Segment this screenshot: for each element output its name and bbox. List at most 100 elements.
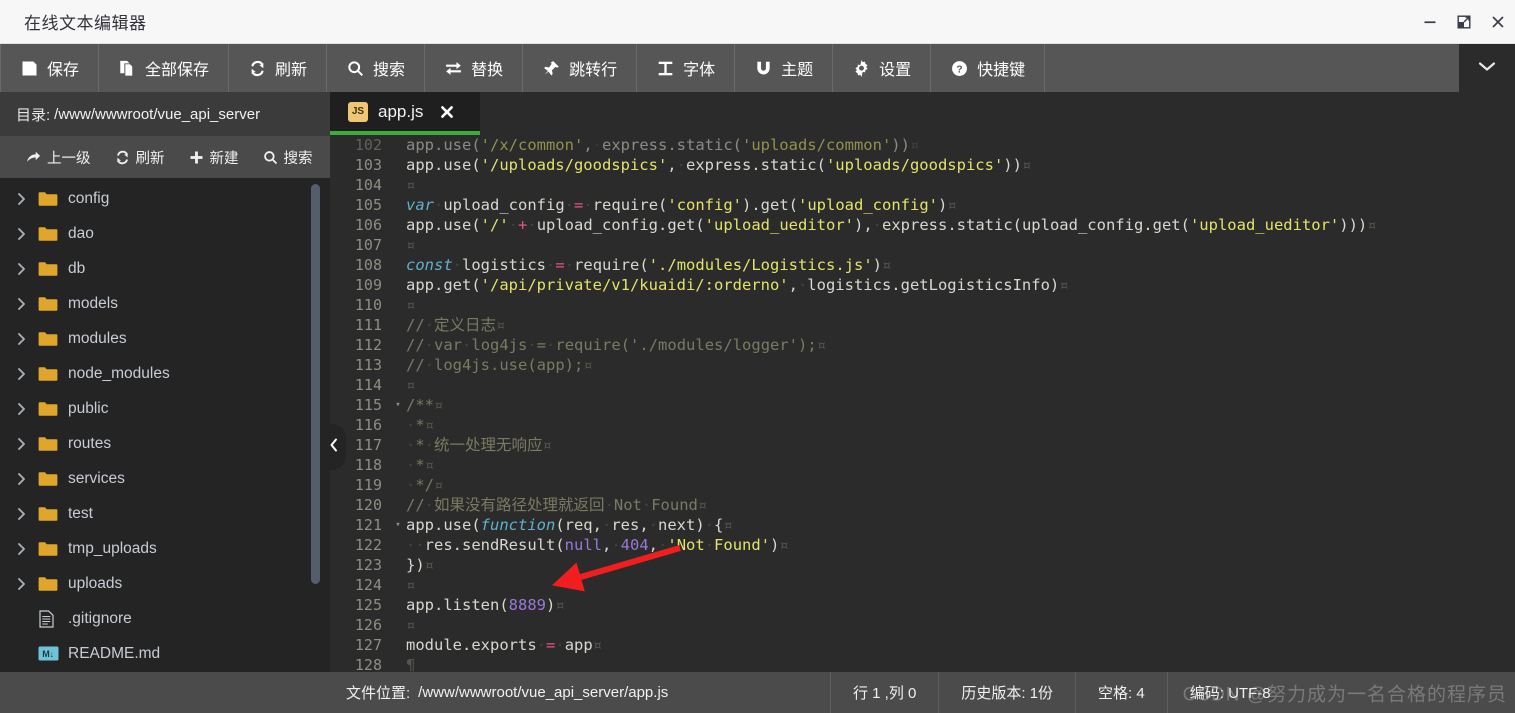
sidebar-collapse-button[interactable] (322, 424, 346, 470)
code-line[interactable]: 103 app.use('/uploads/goodspics',·express… (330, 155, 1515, 175)
code-line[interactable]: 104 ¤ (330, 175, 1515, 195)
code-line[interactable]: 124 ¤ (330, 575, 1515, 595)
tree-item-public[interactable]: public (0, 391, 330, 426)
fold-toggle-icon[interactable]: ▾ (392, 515, 404, 535)
code-line[interactable]: 108 const·logistics·=·require('./modules/… (330, 255, 1515, 275)
tab-close-button[interactable] (439, 104, 455, 120)
tree-item-tmp_uploads[interactable]: tmp_uploads (0, 531, 330, 566)
chevron-right-icon[interactable] (16, 332, 38, 346)
toolbar-theme-button[interactable]: 主题 (735, 44, 834, 92)
tree-item-routes[interactable]: routes (0, 426, 330, 461)
code-line[interactable]: 117 ·*·统一处理无响应¤ (330, 435, 1515, 455)
up-level-button[interactable]: 上一级 (14, 136, 103, 178)
tree-item-uploads[interactable]: uploads (0, 566, 330, 601)
code-line[interactable]: 106 app.use('/'·+·upload_config.get('uplo… (330, 215, 1515, 235)
toolbar-save-all-button[interactable]: 全部保存 (99, 44, 230, 92)
tree-item-node_modules[interactable]: node_modules (0, 356, 330, 391)
code-line[interactable]: 123})¤ (330, 555, 1515, 575)
line-number: 125 (354, 596, 382, 614)
line-number: 108 (354, 256, 382, 274)
code-line-text: ·*¤ (406, 416, 435, 434)
chevron-right-icon[interactable] (16, 542, 38, 556)
close-button[interactable] (1481, 0, 1515, 44)
code-line[interactable]: 110 ¤ (330, 295, 1515, 315)
code-line[interactable]: 105 var·upload_config·=·require('config')… (330, 195, 1515, 215)
tree-item-modules[interactable]: modules (0, 321, 330, 356)
code-line[interactable]: 125 app.listen(8889)¤ (330, 595, 1515, 615)
folder-icon (38, 366, 64, 382)
file-sidebar: 目录: /www/wwwroot/vue_api_server 上一级 刷新 新… (0, 92, 346, 672)
file-tree[interactable]: config dao db models modules node_modules publ… (0, 178, 330, 672)
toolbar-search-button[interactable]: 搜索 (327, 44, 426, 92)
chevron-right-icon[interactable] (16, 402, 38, 416)
tree-item--gitignore[interactable]: .gitignore (0, 601, 330, 636)
code-line[interactable]: 102 app.use('/x/common',·express.static('… (330, 135, 1515, 155)
tree-item-test[interactable]: test (0, 496, 330, 531)
chevron-right-icon[interactable] (16, 507, 38, 521)
code-line[interactable]: 114 ¤ (330, 375, 1515, 395)
tree-item-config[interactable]: config (0, 181, 330, 216)
fold-toggle-icon[interactable]: ▾ (392, 395, 404, 415)
code-line[interactable]: 121 ▾ app.use(function(req,·res,·next)·{¤ (330, 515, 1515, 535)
code-line[interactable]: 112 //·var·log4js·=·require('./modules/lo… (330, 335, 1515, 355)
code-line[interactable]: 127 module.exports·=·app¤ (330, 635, 1515, 655)
code-line-text: ·*/¤ (406, 476, 444, 494)
code-line[interactable]: 128 ¶ (330, 655, 1515, 672)
toolbar-save-button[interactable]: 保存 (0, 44, 100, 92)
line-number: 106 (354, 216, 382, 234)
code-line[interactable]: 113 //·log4js.use(app);¤ (330, 355, 1515, 375)
code-line[interactable]: 111 //·定义日志¤ (330, 315, 1515, 335)
chevron-right-icon[interactable] (16, 437, 38, 451)
toolbar-shortcuts-button[interactable]: ? 快捷键 (931, 44, 1046, 92)
search-icon (263, 150, 278, 165)
chevron-right-icon[interactable] (16, 472, 38, 486)
code-line[interactable]: 115 ▾/**¤ (330, 395, 1515, 415)
code-line-text: ¤ (406, 236, 416, 254)
code-line[interactable]: 126 ¤ (330, 615, 1515, 635)
directory-toolbar: 上一级 刷新 新建 搜索 (0, 136, 330, 178)
toolbar-goto-line-button[interactable]: 跳转行 (523, 44, 638, 92)
chevron-right-icon[interactable] (16, 577, 38, 591)
maximize-button[interactable] (1447, 0, 1481, 44)
code-line[interactable]: 109 app.get('/api/private/v1/kuaidi/:orde… (330, 275, 1515, 295)
code-lines[interactable]: 102 app.use('/x/common',·express.static('… (330, 135, 1515, 672)
chevron-right-icon[interactable] (16, 297, 38, 311)
code-line[interactable]: 122 ··res.sendResult(null,·404,·'Not·Foun… (330, 535, 1515, 555)
chevron-right-icon[interactable] (16, 262, 38, 276)
tree-item-readme-md[interactable]: M↓ README.md (0, 636, 330, 671)
minimize-button[interactable] (1413, 0, 1447, 44)
tab-app-js[interactable]: JS app.js (330, 92, 480, 135)
code-line[interactable]: 116 ·*¤ (330, 415, 1515, 435)
toolbar-font-button[interactable]: 字体 (637, 44, 736, 92)
toolbar-settings-button[interactable]: 设置 (833, 44, 932, 92)
line-number: 119 (354, 476, 382, 494)
code-line[interactable]: 107 ¤ (330, 235, 1515, 255)
tree-item-label: config (68, 189, 110, 207)
plus-icon (189, 150, 204, 165)
toolbar-overflow-button[interactable] (1459, 44, 1515, 92)
code-editor[interactable]: 102 app.use('/x/common',·express.static('… (330, 135, 1515, 672)
tree-item-label: test (68, 504, 93, 522)
markdown-file-icon: M↓ (38, 646, 64, 661)
tree-item-dao[interactable]: dao (0, 216, 330, 251)
tree-item-db[interactable]: db (0, 251, 330, 286)
code-line-text: const·logistics·=·require('./modules/Log… (406, 256, 892, 274)
code-line[interactable]: 120 //·如果没有路径处理就返回·Not·Found¤ (330, 495, 1515, 515)
tree-item-services[interactable]: services (0, 461, 330, 496)
line-number: 107 (354, 236, 382, 254)
toolbar-replace-button[interactable]: 替换 (425, 44, 524, 92)
code-line[interactable]: 118 ·*¤ (330, 455, 1515, 475)
sidebar-scrollbar[interactable] (311, 184, 320, 666)
code-line[interactable]: 119 ·*/¤ (330, 475, 1515, 495)
chevron-right-icon[interactable] (16, 227, 38, 241)
status-file-location: 文件位置: /www/wwwroot/vue_api_server/app.js (330, 672, 830, 713)
new-file-button[interactable]: 新建 (177, 136, 251, 178)
chevron-right-icon[interactable] (16, 367, 38, 381)
toolbar-item-label: 保存 (47, 62, 80, 79)
toolbar-refresh-button[interactable]: 刷新 (229, 44, 328, 92)
sidebar-scrollbar-thumb[interactable] (311, 184, 320, 584)
chevron-right-icon[interactable] (16, 192, 38, 206)
tree-item-models[interactable]: models (0, 286, 330, 321)
dir-refresh-button[interactable]: 刷新 (103, 136, 177, 178)
dir-search-button[interactable]: 搜索 (251, 136, 325, 178)
